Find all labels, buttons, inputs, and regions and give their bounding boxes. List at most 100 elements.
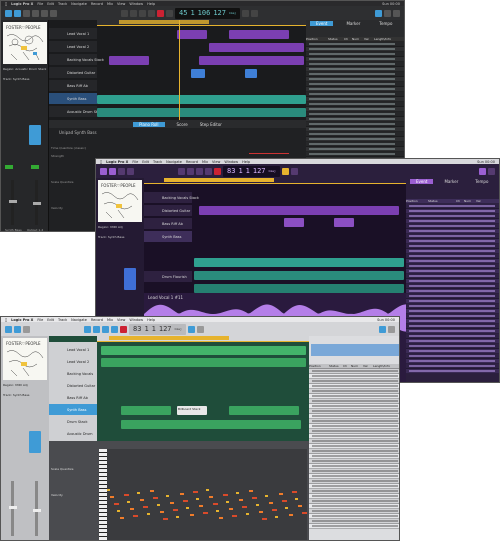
col-ch[interactable]: Ch [456, 199, 464, 203]
inspector-button[interactable] [14, 325, 21, 333]
midi-note[interactable] [298, 505, 303, 507]
stop-button[interactable] [196, 167, 203, 175]
track-header-2[interactable]: Lead Vocal 2 [49, 41, 97, 52]
midi-note[interactable] [301, 512, 307, 514]
col-ch[interactable]: Ch [344, 37, 352, 41]
midi-note[interactable] [199, 505, 204, 507]
tab-score[interactable]: Score [177, 122, 188, 127]
col-position[interactable]: Position [309, 364, 329, 368]
menu-help[interactable]: Help [147, 2, 155, 6]
help-button[interactable] [118, 167, 125, 175]
track-header-3[interactable]: Bass Riff Ab [144, 218, 192, 229]
col-position[interactable]: Position [306, 37, 328, 41]
col-length[interactable]: Length/Info [373, 364, 399, 368]
list-editors-button[interactable] [375, 9, 382, 17]
cycle-region[interactable] [109, 336, 229, 340]
inspector-button[interactable] [14, 9, 21, 17]
tab-marker[interactable]: Marker [436, 179, 466, 184]
inspector-title[interactable]: Track: Synth Bass [3, 393, 29, 397]
track-header-2[interactable]: Distorted Guitar [144, 205, 192, 216]
list-editors-button[interactable] [479, 167, 486, 175]
midi-note[interactable] [255, 504, 259, 506]
track-header-4[interactable]: Distorted Guitar [49, 380, 97, 391]
menu-navigate[interactable]: Navigate [71, 2, 87, 6]
midi-note[interactable] [179, 493, 184, 495]
note-grid[interactable] [107, 449, 307, 540]
col-val[interactable]: Val [363, 364, 373, 368]
tab-piano-roll[interactable]: Piano Roll [133, 121, 165, 127]
tab-tempo[interactable]: Tempo [469, 179, 494, 184]
library-button[interactable] [5, 9, 12, 17]
midi-note[interactable] [278, 493, 283, 495]
metronome-button[interactable] [251, 9, 259, 17]
menu-record[interactable]: Record [186, 160, 198, 164]
midi-note[interactable] [196, 498, 200, 500]
metronome-button[interactable] [187, 325, 195, 333]
midi-note[interactable] [222, 494, 228, 496]
volume-fader-1[interactable] [8, 481, 17, 536]
rewind-button[interactable] [178, 167, 185, 175]
track-header-2[interactable]: Lead Vocal 2 [49, 356, 97, 367]
midi-note[interactable] [206, 489, 209, 491]
fader-knob[interactable] [8, 506, 17, 509]
menu-file[interactable]: File [37, 318, 43, 322]
midi-note[interactable] [182, 500, 188, 502]
track-header-1[interactable]: Lead Vocal 1 [49, 28, 97, 39]
midi-note[interactable] [242, 506, 248, 508]
midi-note[interactable] [189, 514, 194, 516]
midi-note[interactable] [146, 513, 150, 515]
channel-strip-plugin[interactable] [124, 268, 136, 290]
region-teal-1[interactable] [97, 95, 306, 104]
library-button[interactable] [5, 325, 12, 333]
midi-note[interactable] [176, 516, 180, 518]
midi-note[interactable] [281, 500, 287, 502]
col-status[interactable]: Status [428, 199, 456, 203]
apple-menu[interactable]:  [100, 160, 102, 164]
midi-note[interactable] [262, 518, 268, 520]
notepad-button[interactable] [384, 9, 391, 17]
midi-note[interactable] [202, 512, 208, 514]
rewind-button[interactable] [121, 9, 128, 17]
track-header-4[interactable]: Distorted Guitar [49, 67, 97, 78]
menu-app[interactable]: Logic Pro X [106, 160, 128, 164]
menu-navigate[interactable]: Navigate [71, 318, 87, 322]
lcd-display[interactable]: 83 1 1 127 Cmaj [223, 165, 280, 177]
region-blue-1[interactable] [191, 69, 205, 78]
mute-button[interactable] [5, 165, 13, 169]
playhead[interactable] [179, 20, 180, 120]
midi-note[interactable] [149, 490, 154, 492]
track-header-6[interactable]: Synth Bass [49, 404, 97, 415]
midi-note[interactable] [133, 515, 139, 517]
track-header-3[interactable]: Backing Vocals [49, 368, 97, 379]
menu-mix[interactable]: Mix [107, 2, 113, 6]
inspector-title[interactable]: Track: Synth Bass [98, 235, 124, 239]
smart-controls-button[interactable] [127, 167, 134, 175]
col-num[interactable]: Num [464, 199, 476, 203]
inspector-title[interactable]: Track: Synth Bass [3, 77, 29, 81]
track-header-7[interactable]: Drum Stack [49, 416, 97, 427]
region-label[interactable]: Region: MIDI Adj [98, 225, 123, 229]
loop-browser-button[interactable] [488, 167, 495, 175]
menu-app[interactable]: Logic Pro X [11, 2, 33, 6]
count-in-button[interactable] [242, 9, 250, 17]
count-in-button[interactable] [290, 167, 298, 175]
help-button[interactable] [23, 325, 30, 333]
lcd-display[interactable]: 83 1 1 127 Cmaj [129, 323, 186, 335]
midi-note[interactable] [110, 496, 115, 498]
midi-note[interactable] [123, 494, 129, 496]
midi-note[interactable] [229, 508, 234, 510]
region-purple-2[interactable] [229, 30, 289, 39]
midi-note[interactable] [288, 514, 293, 516]
region-label[interactable]: Region: MIDI Adj [3, 383, 28, 387]
midi-note[interactable] [107, 489, 110, 491]
midi-note[interactable] [169, 502, 174, 504]
menu-file[interactable]: File [132, 160, 138, 164]
midi-note[interactable] [166, 495, 170, 497]
track-header-6[interactable]: Synth Bass [49, 93, 97, 104]
tab-event[interactable]: Event [310, 21, 334, 26]
region-blue-2[interactable] [245, 69, 257, 78]
solo-button[interactable] [31, 165, 39, 169]
stop-button[interactable] [102, 325, 109, 333]
menu-edit[interactable]: Edit [142, 160, 149, 164]
menu-help[interactable]: Help [147, 318, 155, 322]
